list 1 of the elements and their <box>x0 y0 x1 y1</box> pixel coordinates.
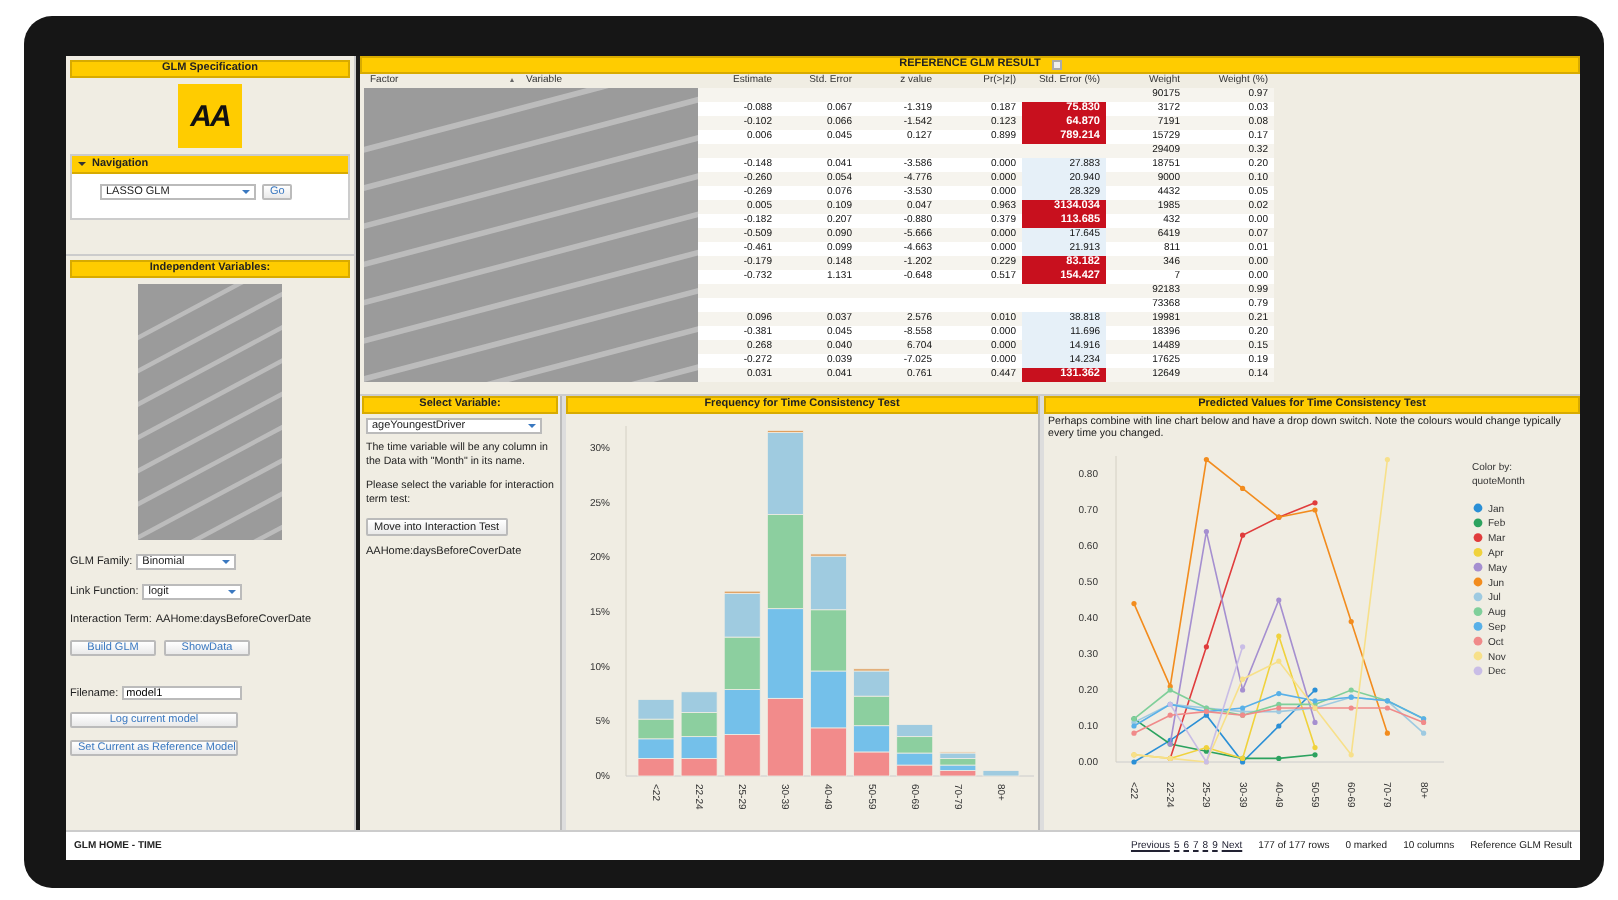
logo: AA <box>178 84 242 148</box>
